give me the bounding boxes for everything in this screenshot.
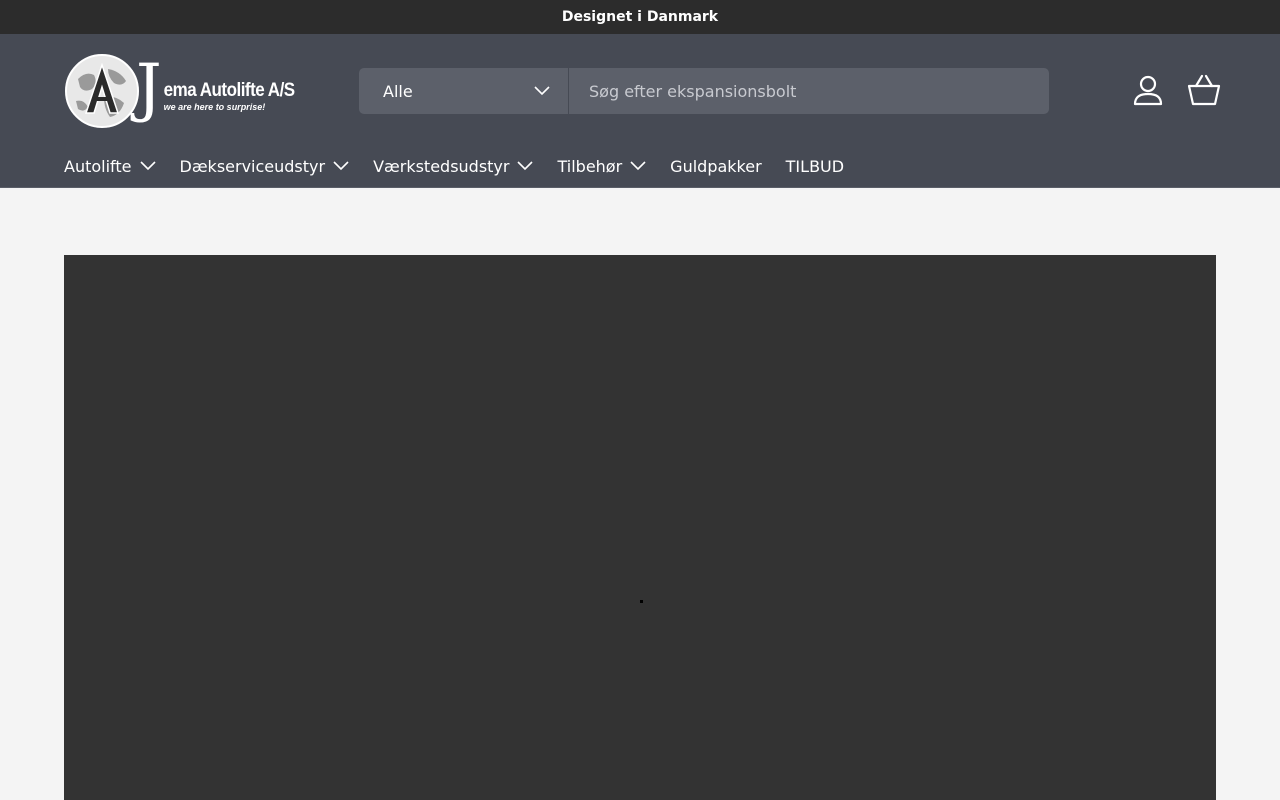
announcement-bar: Designet i Danmark: [0, 0, 1280, 34]
logo-tagline: we are here to surprise!: [163, 102, 266, 112]
nav-item-label: Dækserviceudstyr: [179, 156, 326, 176]
nav-item-label: Tilbehør: [557, 156, 623, 176]
nav-item-label: Autolifte: [64, 156, 132, 176]
nav-item-vaerkstedsudstyr[interactable]: Værkstedsudstyr: [373, 156, 534, 176]
search-bar: Alle: [359, 68, 1049, 114]
logo-name: ema Autolifte A/S: [163, 78, 295, 101]
globe-logo-icon: [64, 53, 140, 129]
nav-item-tilbehor[interactable]: Tilbehør: [557, 157, 646, 176]
user-icon: [1133, 75, 1163, 106]
account-button[interactable]: [1130, 72, 1166, 108]
nav-item-guldpakker[interactable]: Guldpakker: [670, 157, 761, 176]
nav-item-daekserviceudstyr[interactable]: Dækserviceudstyr: [180, 157, 350, 176]
nav-item-label: Værkstedsudstyr: [373, 156, 510, 176]
chevron-down-icon: [517, 161, 534, 171]
chevron-down-icon: [333, 161, 349, 171]
site-header: J ema Autolifte A/S we are here to surpr…: [0, 34, 1280, 188]
announcement-text: Designet i Danmark: [561, 9, 719, 25]
main-nav: Autolifte Dækserviceudstyr Værkstedsudst…: [64, 152, 868, 180]
nav-item-tilbud[interactable]: TILBUD: [786, 157, 844, 176]
hero-media[interactable]: [64, 255, 1216, 800]
basket-icon: [1187, 74, 1221, 106]
nav-item-label: TILBUD: [785, 156, 845, 176]
chevron-down-icon: [630, 161, 646, 171]
nav-item-autolifte[interactable]: Autolifte: [64, 157, 156, 176]
cart-button[interactable]: [1186, 72, 1222, 108]
chevron-down-icon: [139, 161, 156, 171]
media-loading-indicator: [640, 600, 643, 603]
chevron-down-icon: [534, 86, 550, 96]
search-category-label: Alle: [383, 81, 413, 101]
search-input[interactable]: [569, 68, 1049, 114]
nav-item-label: Guldpakker: [670, 156, 762, 176]
search-category-select[interactable]: Alle: [359, 68, 569, 114]
site-logo[interactable]: J ema Autolifte A/S we are here to surpr…: [64, 52, 296, 130]
